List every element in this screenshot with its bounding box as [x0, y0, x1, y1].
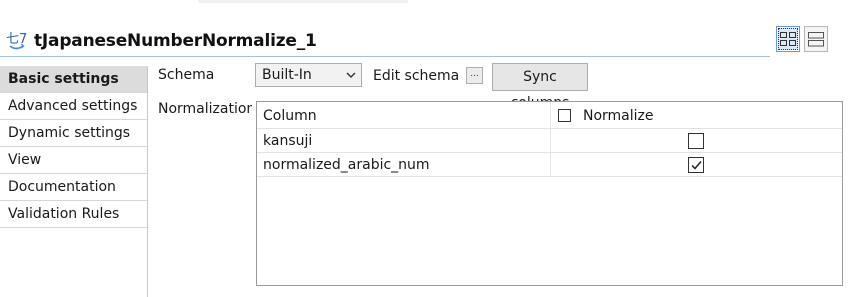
normalize-header-label: Normalize	[583, 107, 654, 124]
japanese-number-icon: 七7	[6, 28, 30, 50]
sidebar-item-advanced-settings[interactable]: Advanced settings	[0, 93, 147, 120]
top-strip	[0, 0, 857, 22]
schema-label: Schema	[158, 67, 215, 83]
chevron-down-icon	[346, 72, 356, 78]
sidebar-item-basic-settings[interactable]: Basic settings	[0, 66, 147, 93]
schema-select[interactable]: Built-In	[255, 63, 362, 87]
sidebar-item-view[interactable]: View	[0, 147, 147, 174]
sidebar-item-validation-rules[interactable]: Validation Rules	[0, 201, 147, 228]
normalize-header[interactable]: Normalize	[558, 102, 654, 129]
column-header[interactable]: Column	[263, 102, 317, 129]
row-column-name: kansuji	[263, 133, 313, 149]
component-title: tJapaneseNumberNormalize_1	[34, 31, 317, 51]
normalize-checkbox[interactable]	[688, 157, 704, 173]
edit-schema-label: Edit schema	[373, 68, 460, 84]
icon-kanji: 七7	[6, 32, 27, 47]
component-title-bar: 七7 tJapaneseNumberNormalize_1	[0, 22, 770, 57]
normalize-checkbox[interactable]	[688, 133, 704, 149]
sync-columns-button[interactable]: Sync columns	[492, 63, 588, 111]
edit-schema-button[interactable]: ...	[466, 67, 483, 84]
list-view-icon	[808, 32, 824, 47]
list-view-button[interactable]	[804, 26, 828, 52]
grid-view-button[interactable]	[776, 26, 800, 52]
row-column-name: normalized_arabic_num	[263, 157, 430, 173]
sidebar-item-documentation[interactable]: Documentation	[0, 174, 147, 201]
normalization-label: Normalization	[158, 101, 252, 117]
tab-highlight	[198, 0, 408, 3]
table-row[interactable]: kansuji	[257, 129, 842, 153]
table-row[interactable]: normalized_arabic_num	[257, 153, 842, 177]
schema-select-value: Built-In	[262, 67, 312, 83]
sidebar-item-dynamic-settings[interactable]: Dynamic settings	[0, 120, 147, 147]
grid-view-icon	[780, 32, 796, 46]
normalize-all-checkbox[interactable]	[558, 109, 571, 122]
settings-sidebar: Basic settings Advanced settings Dynamic…	[0, 66, 148, 297]
checkmark-icon	[691, 161, 702, 170]
normalization-table: Column Normalize kansuji normalized_arab…	[256, 101, 843, 286]
